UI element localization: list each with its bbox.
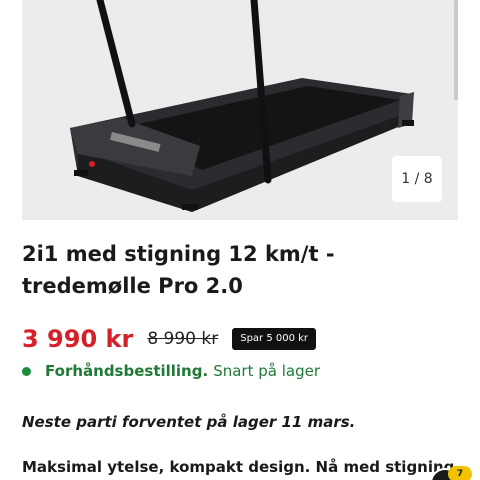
- chat-badge: 7: [448, 466, 472, 480]
- stock-note: Snart på lager: [213, 362, 320, 380]
- stock-status: Forhåndsbestilling.: [45, 362, 209, 380]
- gallery-scrollbar[interactable]: [454, 0, 458, 100]
- old-price: 8 990 kr: [147, 329, 219, 349]
- current-price: 3 990 kr: [22, 325, 134, 353]
- product-title: 2i1 med stigning 12 km/t - tredemølle Pr…: [22, 242, 335, 298]
- stock-row: Forhåndsbestilling. Snart på lager: [22, 362, 320, 380]
- save-badge: Spar 5 000 kr: [232, 328, 317, 350]
- product-tagline: Maksimal ytelse, kompakt design. Nå med …: [22, 458, 461, 476]
- price-row: 3 990 kr 8 990 kr Spar 5 000 kr: [22, 322, 317, 356]
- restock-notice: Neste parti forventet på lager 11 mars.: [22, 413, 356, 431]
- gallery-counter: 1 / 8: [392, 156, 442, 202]
- stock-status-dot-icon: [22, 366, 31, 376]
- product-gallery[interactable]: 1 / 8: [22, 0, 458, 220]
